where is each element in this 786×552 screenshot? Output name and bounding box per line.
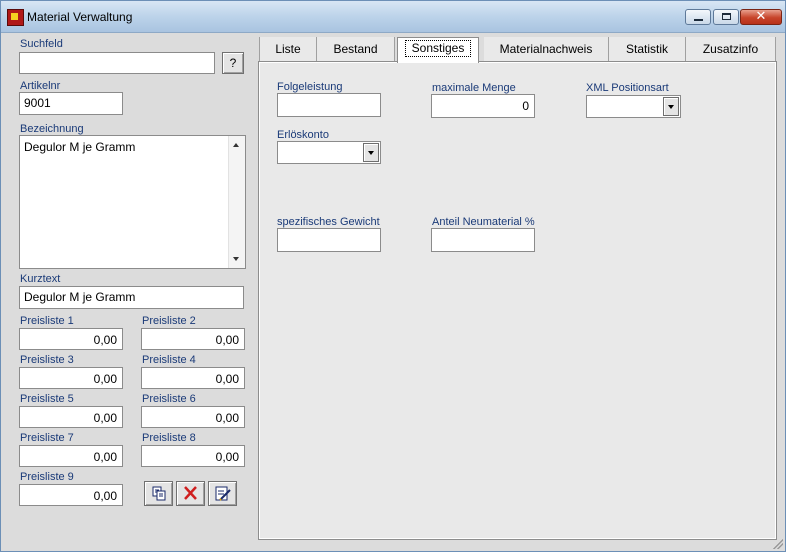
minimize-icon [694,19,703,21]
erloeskonto-label: Erlöskonto [277,129,329,141]
xml-positionsart-select[interactable] [586,95,681,118]
preisliste-7-field[interactable]: 0,00 [19,445,123,467]
minimize-button[interactable] [685,9,711,25]
gewicht-field[interactable] [277,228,381,252]
preisliste-4-label: Preisliste 4 [142,354,196,366]
tab-sonstiges[interactable]: Sonstiges [397,37,479,63]
folgeleistung-field[interactable] [277,93,381,117]
maximize-icon [722,13,731,20]
bezeichnung-scrollbar[interactable] [228,136,245,268]
preisliste-6-label: Preisliste 6 [142,393,196,405]
suchfeld-label: Suchfeld [20,38,63,50]
xml-positionsart-label: XML Positionsart [586,82,669,94]
chevron-down-icon[interactable] [363,143,379,162]
bezeichnung-label: Bezeichnung [20,123,84,135]
preisliste-5-field[interactable]: 0,00 [19,406,123,428]
preisliste-8-field[interactable]: 0,00 [141,445,245,467]
preisliste-4-field[interactable]: 0,00 [141,367,245,389]
tab-bestand[interactable]: Bestand [317,37,395,62]
preisliste-8-label: Preisliste 8 [142,432,196,444]
tab-materialnachweis[interactable]: Materialnachweis [484,37,609,62]
edit-button[interactable] [208,481,237,506]
preisliste-6-field[interactable]: 0,00 [141,406,245,428]
tab-sonstiges-label: Sonstiges [404,40,472,57]
copy-icon [152,486,166,501]
scroll-down-icon[interactable] [233,257,239,261]
preisliste-9-label: Preisliste 9 [20,471,74,483]
help-button[interactable]: ? [222,52,244,74]
preisliste-3-label: Preisliste 3 [20,354,74,366]
preisliste-1-field[interactable]: 0,00 [19,328,123,350]
preisliste-7-label: Preisliste 7 [20,432,74,444]
close-icon: ✕ [755,9,767,24]
preisliste-5-label: Preisliste 5 [20,393,74,405]
bezeichnung-textarea[interactable]: Degulor M je Gramm [19,135,246,269]
folgeleistung-label: Folgeleistung [277,81,343,93]
window-title: Material Verwaltung [27,10,133,24]
bezeichnung-text: Degulor M je Gramm [24,140,136,154]
copy-button[interactable] [144,481,173,506]
main-window: Material Verwaltung ✕ Suchfeld ? Artikel… [0,0,786,552]
kurztext-label: Kurztext [20,273,61,285]
max-menge-label: maximale Menge [432,82,516,94]
resize-grip-icon[interactable] [773,539,783,549]
tab-liste[interactable]: Liste [259,37,317,62]
artikelnr-label: Artikelnr [20,80,61,92]
artikelnr-field[interactable]: 9001 [19,92,123,115]
neumaterial-field[interactable] [431,228,535,252]
scroll-up-icon[interactable] [233,143,239,147]
title-bar[interactable]: Material Verwaltung ✕ [1,1,785,33]
maximize-button[interactable] [713,9,739,25]
preisliste-1-label: Preisliste 1 [20,315,74,327]
app-logo-icon [7,9,24,26]
preisliste-9-field[interactable]: 0,00 [19,484,123,506]
search-input[interactable] [19,52,215,74]
delete-icon [184,486,197,500]
delete-button[interactable] [176,481,205,506]
edit-icon [215,486,231,501]
preisliste-2-label: Preisliste 2 [142,315,196,327]
tab-zusatzinfo[interactable]: Zusatzinfo [686,37,776,62]
erloeskonto-select[interactable] [277,141,381,164]
preisliste-3-field[interactable]: 0,00 [19,367,123,389]
kurztext-field[interactable]: Degulor M je Gramm [19,286,244,309]
sonstiges-panel [258,61,777,540]
gewicht-label: spezifisches Gewicht [277,216,380,228]
preisliste-2-field[interactable]: 0,00 [141,328,245,350]
close-button[interactable]: ✕ [740,9,782,25]
tab-statistik[interactable]: Statistik [609,37,686,62]
neumaterial-label: Anteil Neumaterial % [432,216,535,228]
chevron-down-icon[interactable] [663,97,679,116]
max-menge-field[interactable]: 0 [431,94,535,118]
